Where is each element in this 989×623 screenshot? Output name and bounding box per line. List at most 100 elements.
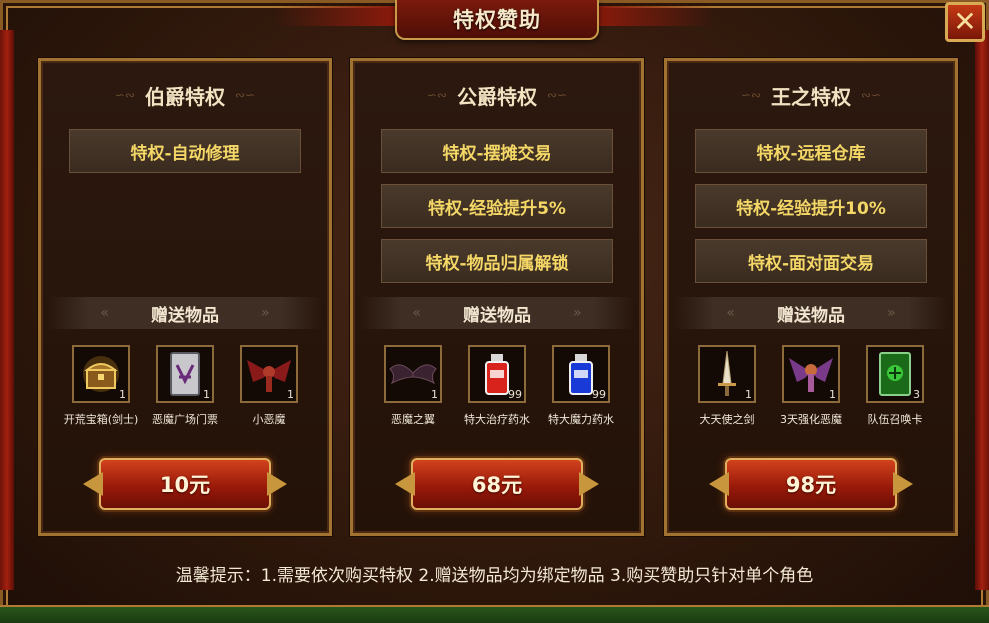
item-name: 恶魔广场门票 [152,413,218,426]
chevron-right-icon: » [573,305,582,321]
privilege-item: 特权-面对面交易 [695,239,927,283]
item-slot[interactable]: 99 [552,345,610,403]
demon-wings-icon [389,364,437,385]
title-wing-right [595,6,715,26]
ornament-icon: ∽∾ [426,88,447,102]
item-name: 大天使之剑 [699,413,755,426]
blue-potion-icon [569,354,593,395]
ornament-icon: ∾∽ [861,88,882,102]
item-count: 1 [829,388,836,401]
item-count: 1 [203,388,210,401]
privilege-item: 特权-自动修理 [69,129,301,173]
gift-header: « 赠送物品 » [359,297,635,329]
treasure-chest-icon [83,356,119,392]
gift-item[interactable]: 3 队伍召唤卡 [853,345,937,427]
item-name: 小恶魔 [252,413,286,426]
item-slot[interactable]: 1 [384,345,442,403]
item-slot[interactable]: 99 [468,345,526,403]
ornament-icon: ∾∽ [235,88,256,102]
left-frame-decoration [0,30,14,590]
gift-item[interactable]: 1 恶魔之翼 [371,345,455,427]
item-name: 开荒宝箱(剑士) [63,413,139,426]
privilege-list: 特权-自动修理 [69,129,301,184]
price-label: 98元 [785,473,837,497]
privilege-panel-count: ∽∾ 伯爵特权 ∾∽ 特权-自动修理 « 赠送物品 » 1 开荒宝箱(剑士) 1… [38,58,332,536]
item-name: 特大治疗药水 [464,413,530,426]
panel-header: ∽∾ 公爵特权 ∾∽ [353,75,641,115]
item-name: 队伍召唤卡 [867,413,923,426]
privilege-panel-king: ∽∾ 王之特权 ∾∽ 特权-远程仓库 特权-经验提升10% 特权-面对面交易 «… [664,58,958,536]
item-slot[interactable]: 1 [156,345,214,403]
ornament-icon: ∽∾ [740,88,761,102]
title-wing-left [275,6,395,26]
item-name: 恶魔之翼 [391,413,435,426]
privilege-list: 特权-摆摊交易 特权-经验提升5% 特权-物品归属解锁 [381,129,613,294]
gift-item[interactable]: 1 大天使之剑 [685,345,769,427]
gift-item[interactable]: 1 开荒宝箱(剑士) [59,345,143,427]
ticket-card-icon [170,352,200,396]
demon-pet-icon [789,358,833,392]
gift-items: 1 恶魔之翼 99 特大治疗药水 99 特大魔力药水 [371,345,623,427]
chevron-left-icon: « [412,305,421,321]
item-count: 1 [431,388,438,401]
imp-pet-icon [247,360,291,392]
gift-header: « 赠送物品 » [673,297,949,329]
gift-item[interactable]: 1 3天强化恶魔 [769,345,853,427]
privilege-list: 特权-远程仓库 特权-经验提升10% 特权-面对面交易 [695,129,927,294]
item-count: 1 [119,388,126,401]
item-count: 1 [745,388,752,401]
privilege-item: 特权-经验提升5% [381,184,613,228]
panel-header: ∽∾ 伯爵特权 ∾∽ [41,75,329,115]
gift-label: 赠送物品 [777,305,845,326]
gift-items: 1 开荒宝箱(剑士) 1 恶魔广场门票 1 小恶魔 [59,345,311,427]
item-slot[interactable]: 3 [866,345,924,403]
ornament-icon: ∽∾ [114,88,135,102]
chevron-right-icon: » [887,305,896,321]
gift-header: « 赠送物品 » [47,297,323,329]
close-x-icon: ✕ [953,5,977,38]
buy-button[interactable]: 98元 [725,458,897,510]
item-count: 3 [913,388,920,401]
gift-item[interactable]: 1 恶魔广场门票 [143,345,227,427]
chevron-left-icon: « [100,305,109,321]
item-slot[interactable]: 1 [72,345,130,403]
close-button[interactable]: ✕ [945,2,985,42]
gift-label: 赠送物品 [463,305,531,326]
item-name: 3天强化恶魔 [780,413,842,426]
chevron-left-icon: « [726,305,735,321]
privilege-item: 特权-远程仓库 [695,129,927,173]
item-name: 特大魔力药水 [548,413,614,426]
chevron-right-icon: » [261,305,270,321]
gift-items: 1 大天使之剑 1 3天强化恶魔 3 队伍召唤卡 [685,345,937,427]
gift-item[interactable]: 99 特大治疗药水 [455,345,539,427]
privilege-item: 特权-经验提升10% [695,184,927,228]
panel-title: 王之特权 [771,84,851,109]
item-count: 99 [508,388,522,401]
gift-item[interactable]: 99 特大魔力药水 [539,345,623,427]
privilege-item: 特权-物品归属解锁 [381,239,613,283]
summon-card-icon [879,352,911,396]
privilege-item: 特权-摆摊交易 [381,129,613,173]
item-count: 99 [592,388,606,401]
ornament-icon: ∾∽ [547,88,568,102]
panel-header: ∽∾ 王之特权 ∾∽ [667,75,955,115]
buy-button[interactable]: 10元 [99,458,271,510]
gift-label: 赠送物品 [151,305,219,326]
gift-item[interactable]: 1 小恶魔 [227,345,311,427]
right-frame-decoration [975,30,989,590]
bottom-frame-decoration [0,605,989,623]
sword-icon [718,350,736,396]
item-slot[interactable]: 1 [698,345,756,403]
panel-title: 伯爵特权 [145,84,225,109]
panel-title: 公爵特权 [457,84,537,109]
item-slot[interactable]: 1 [240,345,298,403]
buy-button[interactable]: 68元 [411,458,583,510]
privilege-panel-duke: ∽∾ 公爵特权 ∾∽ 特权-摆摊交易 特权-经验提升5% 特权-物品归属解锁 «… [350,58,644,536]
price-label: 10元 [159,473,211,497]
dialog-title: 特权赞助 [453,8,541,32]
tip-text: 温馨提示：1.需要依次购买特权 2.赠送物品均为绑定物品 3.购买赞助只针对单个… [175,566,814,586]
red-potion-icon [485,354,509,395]
price-label: 68元 [471,473,523,497]
title-banner: 特权赞助 [395,0,599,40]
item-slot[interactable]: 1 [782,345,840,403]
